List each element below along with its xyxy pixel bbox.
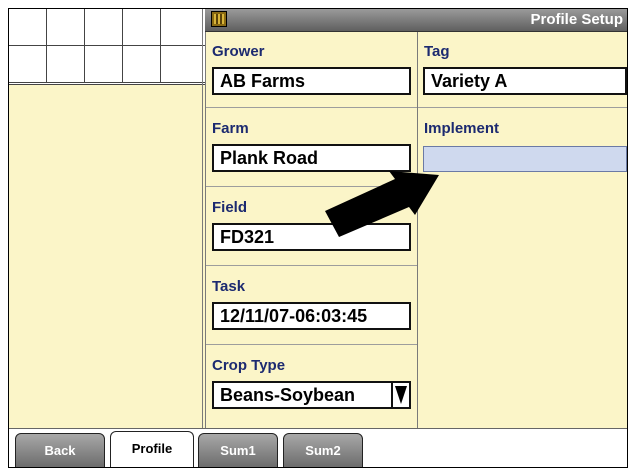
- tag-field[interactable]: Variety A: [423, 67, 627, 95]
- grower-section: Grower AB Farms: [206, 31, 417, 107]
- page-title: Profile Setup: [530, 11, 623, 28]
- task-section: Task 12/11/07-06:03:45: [206, 266, 417, 344]
- tag-label: Tag: [424, 43, 450, 60]
- task-label: Task: [212, 278, 246, 295]
- pointer-arrow-icon: [325, 171, 439, 237]
- profile-setup-screen: Profile Setup Grower AB Farms Farm Plank…: [8, 8, 628, 468]
- tab-bar: Back Profile Sum1 Sum2: [9, 428, 627, 467]
- crop-type-dropdown[interactable]: Beans-Soybean: [212, 381, 411, 409]
- title-bar: Profile Setup: [205, 9, 627, 32]
- left-pane: [9, 85, 202, 428]
- grid-cell[interactable]: [47, 46, 85, 83]
- grid-cell[interactable]: [85, 9, 123, 46]
- tab-profile[interactable]: Profile: [110, 431, 194, 467]
- tab-back[interactable]: Back: [15, 433, 105, 467]
- divider: [202, 9, 203, 428]
- implement-section: Implement: [418, 108, 627, 186]
- grid-cell[interactable]: [161, 46, 206, 83]
- grid-app-icon: [211, 11, 227, 27]
- grower-field[interactable]: AB Farms: [212, 67, 411, 95]
- tag-section: Tag Variety A: [418, 31, 627, 107]
- farm-label: Farm: [212, 120, 249, 137]
- crop-type-value: Beans-Soybean: [220, 385, 356, 405]
- task-field[interactable]: 12/11/07-06:03:45: [212, 302, 411, 330]
- grid-cell[interactable]: [9, 9, 47, 46]
- farm-field[interactable]: Plank Road: [212, 144, 411, 172]
- grower-label: Grower: [212, 43, 265, 60]
- grid-cell[interactable]: [47, 9, 85, 46]
- dropdown-arrow-icon[interactable]: [391, 383, 409, 407]
- shortcut-grid: [9, 9, 206, 85]
- crop-type-label: Crop Type: [212, 357, 286, 374]
- grid-cell[interactable]: [85, 46, 123, 83]
- field-label: Field: [212, 199, 248, 216]
- implement-label: Implement: [424, 120, 500, 137]
- crop-type-section: Crop Type Beans-Soybean: [206, 345, 417, 428]
- grid-cell[interactable]: [123, 46, 161, 83]
- grid-cell[interactable]: [9, 46, 47, 83]
- tab-sum2[interactable]: Sum2: [283, 433, 363, 467]
- tab-sum1[interactable]: Sum1: [198, 433, 278, 467]
- grid-cell[interactable]: [123, 9, 161, 46]
- implement-field[interactable]: [423, 146, 627, 172]
- grid-cell[interactable]: [161, 9, 206, 46]
